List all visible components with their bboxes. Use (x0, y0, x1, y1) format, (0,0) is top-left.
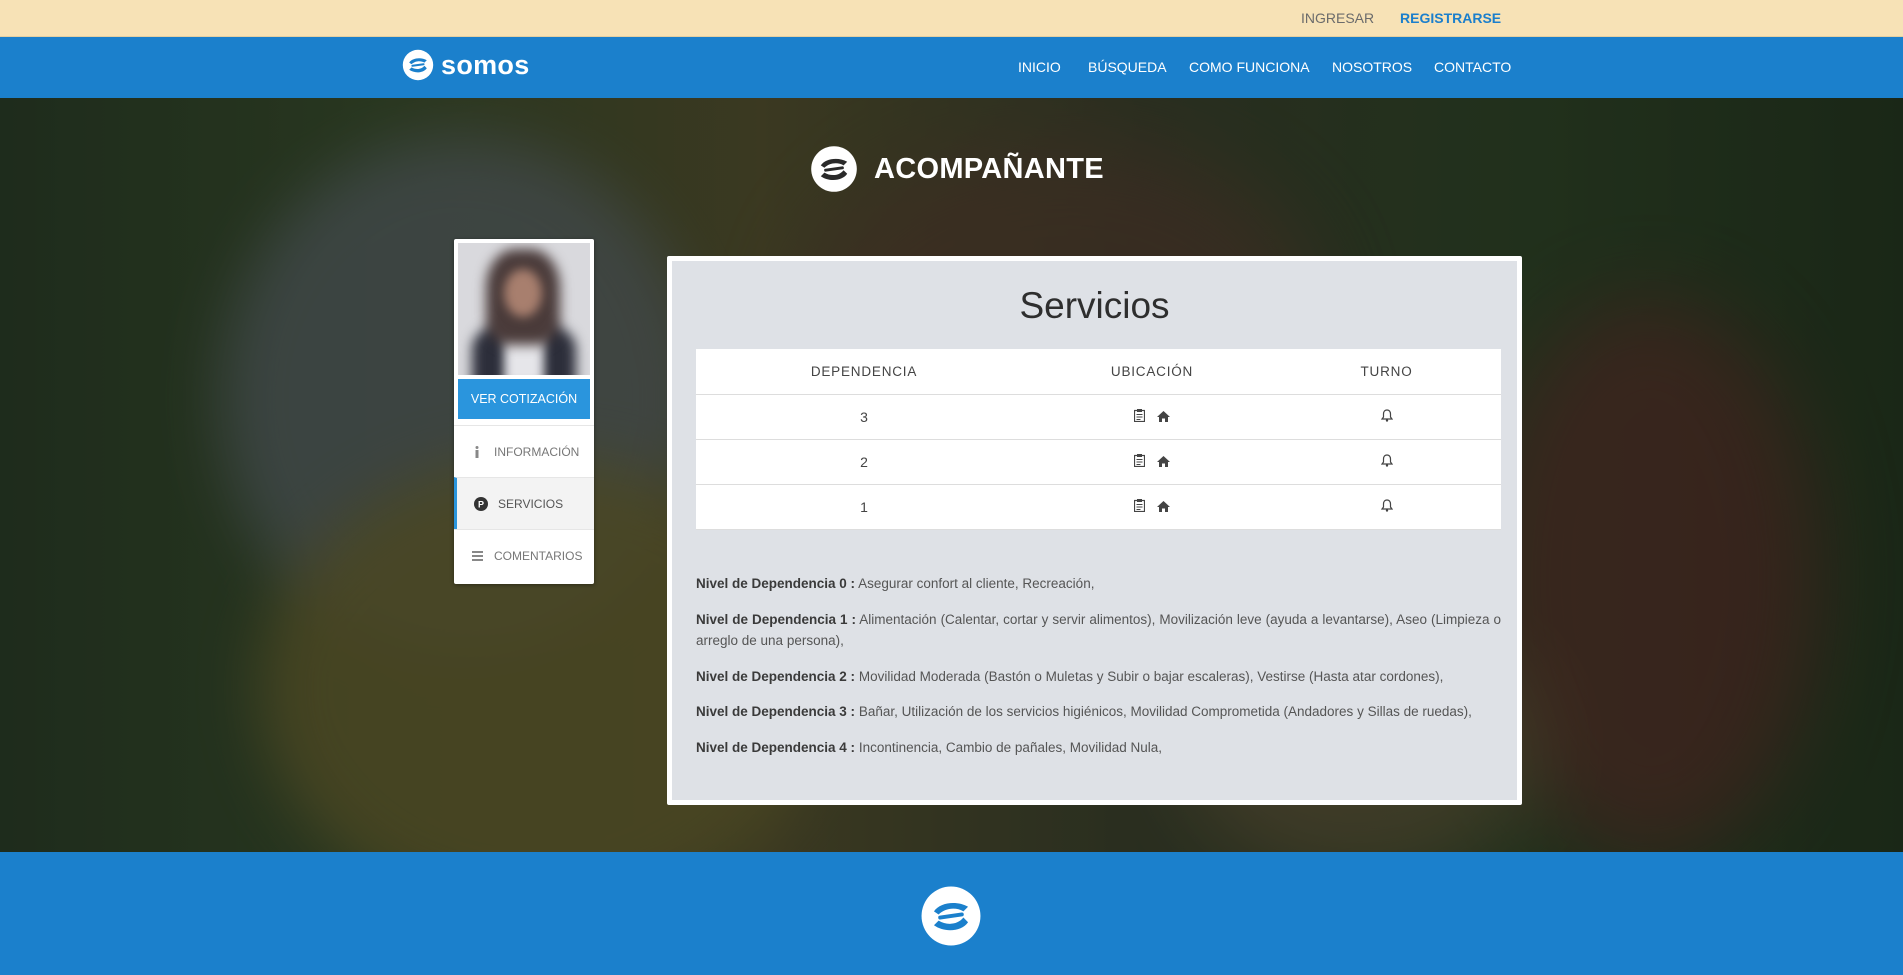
menu-item-label: INFORMACIÓN (494, 444, 580, 459)
nav-contacto[interactable]: CONTACTO (1434, 59, 1511, 75)
register-link[interactable]: REGISTRARSE (1400, 10, 1501, 26)
view-quote-button[interactable]: VER COTIZACIÓN (458, 379, 590, 419)
menu-item-comentarios[interactable]: COMENTARIOS (454, 529, 594, 581)
level-description: Nivel de Dependencia 1 : Alimentación (C… (696, 609, 1501, 652)
dependency-value: 1 (696, 484, 1032, 530)
profile-card: VER COTIZACIÓN INFORMACIÓN P SERVICIOS C… (454, 239, 594, 584)
page-title-text: ACOMPAÑANTE (874, 152, 1104, 185)
level-label: Nivel de Dependencia 3 : (696, 704, 856, 720)
table-row: 2 (696, 439, 1501, 485)
clipboard-icon (1133, 499, 1146, 515)
services-table: DEPENDENCIA UBICACIÓN TURNO 3 2 1 (696, 349, 1501, 530)
shift-cell (1272, 484, 1501, 530)
column-header: UBICACIÓN (1032, 349, 1272, 395)
nav-inicio[interactable]: INICIO (1018, 59, 1061, 75)
shift-cell (1272, 439, 1501, 485)
info-icon (468, 443, 486, 461)
services-panel: Servicios DEPENDENCIA UBICACIÓN TURNO 3 (667, 256, 1522, 805)
menu-item-label: SERVICIOS (498, 496, 564, 511)
dependency-value: 2 (696, 439, 1032, 485)
level-description: Nivel de Dependencia 4 : Incontinencia, … (696, 737, 1501, 759)
level-text: Bañar, Utilización de los servicios higi… (858, 704, 1472, 720)
menu-item-informacion[interactable]: INFORMACIÓN (454, 425, 594, 477)
level-description: Nivel de Dependencia 3 : Bañar, Utilizac… (696, 701, 1501, 723)
nav-como-funciona[interactable]: COMO FUNCIONA (1189, 59, 1310, 75)
hands-logo-icon (811, 146, 857, 192)
location-cell (1032, 394, 1272, 440)
level-label: Nivel de Dependencia 2 : (696, 668, 856, 684)
nav-nosotros[interactable]: NOSOTROS (1332, 59, 1412, 75)
footer (0, 852, 1903, 975)
list-icon (468, 547, 486, 565)
home-icon (1156, 409, 1170, 425)
page-title: ACOMPAÑANTE (810, 145, 1104, 193)
profile-photo (458, 243, 590, 375)
menu-item-servicios[interactable]: P SERVICIOS (454, 477, 594, 529)
level-label: Nivel de Dependencia 0 : (696, 576, 856, 591)
bell-icon (1380, 409, 1393, 425)
level-description: Nivel de Dependencia 0 : Asegurar confor… (696, 573, 1501, 595)
clipboard-icon (1133, 409, 1146, 425)
menu-item-label: COMENTARIOS (494, 548, 583, 563)
nav-busqueda[interactable]: BÚSQUEDA (1088, 59, 1167, 75)
table-row: 1 (696, 484, 1501, 530)
level-description: Nivel de Dependencia 2 : Movilidad Moder… (696, 666, 1501, 688)
main-navbar: somos INICIO BÚSQUEDA COMO FUNCIONA NOSO… (0, 37, 1903, 98)
table-header-row: DEPENDENCIA UBICACIÓN TURNO (696, 349, 1501, 395)
column-header: TURNO (1272, 349, 1501, 395)
dependency-levels: Nivel de Dependencia 0 : Asegurar confor… (696, 573, 1501, 773)
level-text: Movilidad Moderada (Bastón o Muletas y S… (858, 668, 1444, 684)
home-icon (1156, 499, 1170, 515)
level-label: Nivel de Dependencia 1 : (696, 611, 857, 627)
brand-logo[interactable]: somos (402, 49, 530, 81)
location-cell (1032, 484, 1272, 530)
bell-icon (1380, 454, 1393, 470)
parking-icon: P (472, 495, 490, 513)
login-link[interactable]: INGRESAR (1301, 10, 1374, 26)
brand-name: somos (441, 49, 530, 80)
level-text: Incontinencia, Cambio de pañales, Movili… (858, 739, 1163, 755)
clipboard-icon (1133, 454, 1146, 470)
top-utility-bar: INGRESAR REGISTRARSE (0, 0, 1903, 37)
svg-text:P: P (478, 499, 484, 509)
location-cell (1032, 439, 1272, 485)
bell-icon (1380, 499, 1393, 515)
dependency-value: 3 (696, 394, 1032, 440)
services-title: Servicios (1019, 285, 1170, 326)
shift-cell (1272, 394, 1501, 440)
level-label: Nivel de Dependencia 4 : (696, 739, 856, 755)
column-header: DEPENDENCIA (696, 349, 1032, 395)
hands-logo-icon (402, 49, 434, 81)
level-text: Asegurar confort al cliente, Recreación, (858, 576, 1095, 591)
table-row: 3 (696, 394, 1501, 440)
hands-logo-icon (921, 886, 981, 946)
home-icon (1156, 454, 1170, 470)
